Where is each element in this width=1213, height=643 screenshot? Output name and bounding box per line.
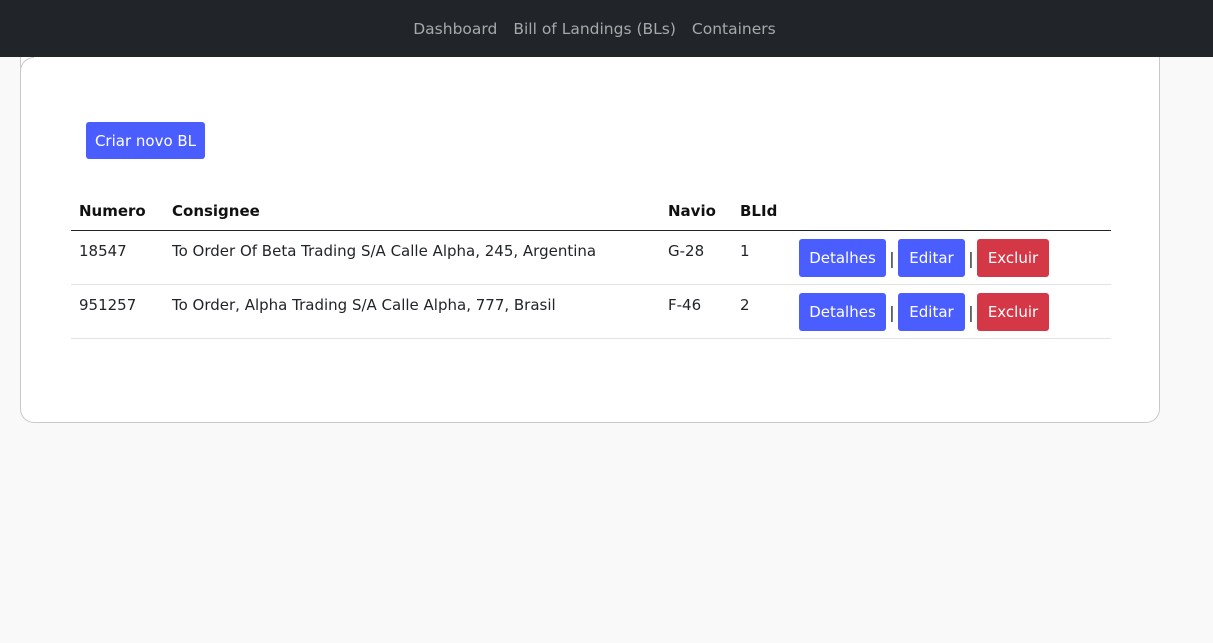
- action-separator: |: [968, 248, 974, 268]
- cell-numero: 951257: [71, 284, 164, 339]
- details-button[interactable]: Detalhes: [799, 293, 886, 331]
- delete-button[interactable]: Excluir: [977, 239, 1049, 277]
- header-consignee: Consignee: [164, 192, 660, 231]
- edit-button[interactable]: Editar: [898, 239, 965, 277]
- cell-consignee: To Order Of Beta Trading S/A Calle Alpha…: [164, 230, 660, 285]
- action-separator: |: [889, 248, 895, 268]
- table-row: 18547 To Order Of Beta Trading S/A Calle…: [71, 230, 1111, 285]
- cell-actions: Detalhes | Editar | Excluir: [791, 284, 1111, 339]
- table-row: 951257 To Order, Alpha Trading S/A Calle…: [71, 284, 1111, 339]
- cell-numero: 18547: [71, 230, 164, 285]
- details-button[interactable]: Detalhes: [799, 239, 886, 277]
- row-actions: Detalhes | Editar | Excluir: [799, 293, 1111, 331]
- nav-link-containers[interactable]: Containers: [692, 20, 776, 38]
- nav-link-dashboard[interactable]: Dashboard: [413, 20, 497, 38]
- edit-button[interactable]: Editar: [898, 293, 965, 331]
- table-header-row: Numero Consignee Navio BLId: [71, 192, 1111, 231]
- cell-navio: F-46: [660, 284, 732, 339]
- header-numero: Numero: [71, 192, 164, 231]
- cell-blid: 1: [732, 230, 791, 285]
- cell-blid: 2: [732, 284, 791, 339]
- header-blid: BLId: [732, 192, 791, 231]
- delete-button[interactable]: Excluir: [977, 293, 1049, 331]
- top-navbar: Dashboard Bill of Landings (BLs) Contain…: [0, 0, 1213, 57]
- cell-navio: G-28: [660, 230, 732, 285]
- create-bl-button[interactable]: Criar novo BL: [86, 122, 205, 159]
- action-separator: |: [889, 302, 895, 322]
- header-navio: Navio: [660, 192, 732, 231]
- header-actions: [791, 192, 1111, 231]
- row-actions: Detalhes | Editar | Excluir: [799, 239, 1111, 277]
- main-card: Criar novo BL Numero Consignee Navio BLI…: [20, 57, 1160, 423]
- nav-link-bls[interactable]: Bill of Landings (BLs): [513, 20, 676, 38]
- action-separator: |: [968, 302, 974, 322]
- cell-consignee: To Order, Alpha Trading S/A Calle Alpha,…: [164, 284, 660, 339]
- cell-actions: Detalhes | Editar | Excluir: [791, 230, 1111, 285]
- bl-table: Numero Consignee Navio BLId 18547 To Ord…: [71, 192, 1111, 339]
- nav-links: Dashboard Bill of Landings (BLs) Contain…: [413, 20, 775, 38]
